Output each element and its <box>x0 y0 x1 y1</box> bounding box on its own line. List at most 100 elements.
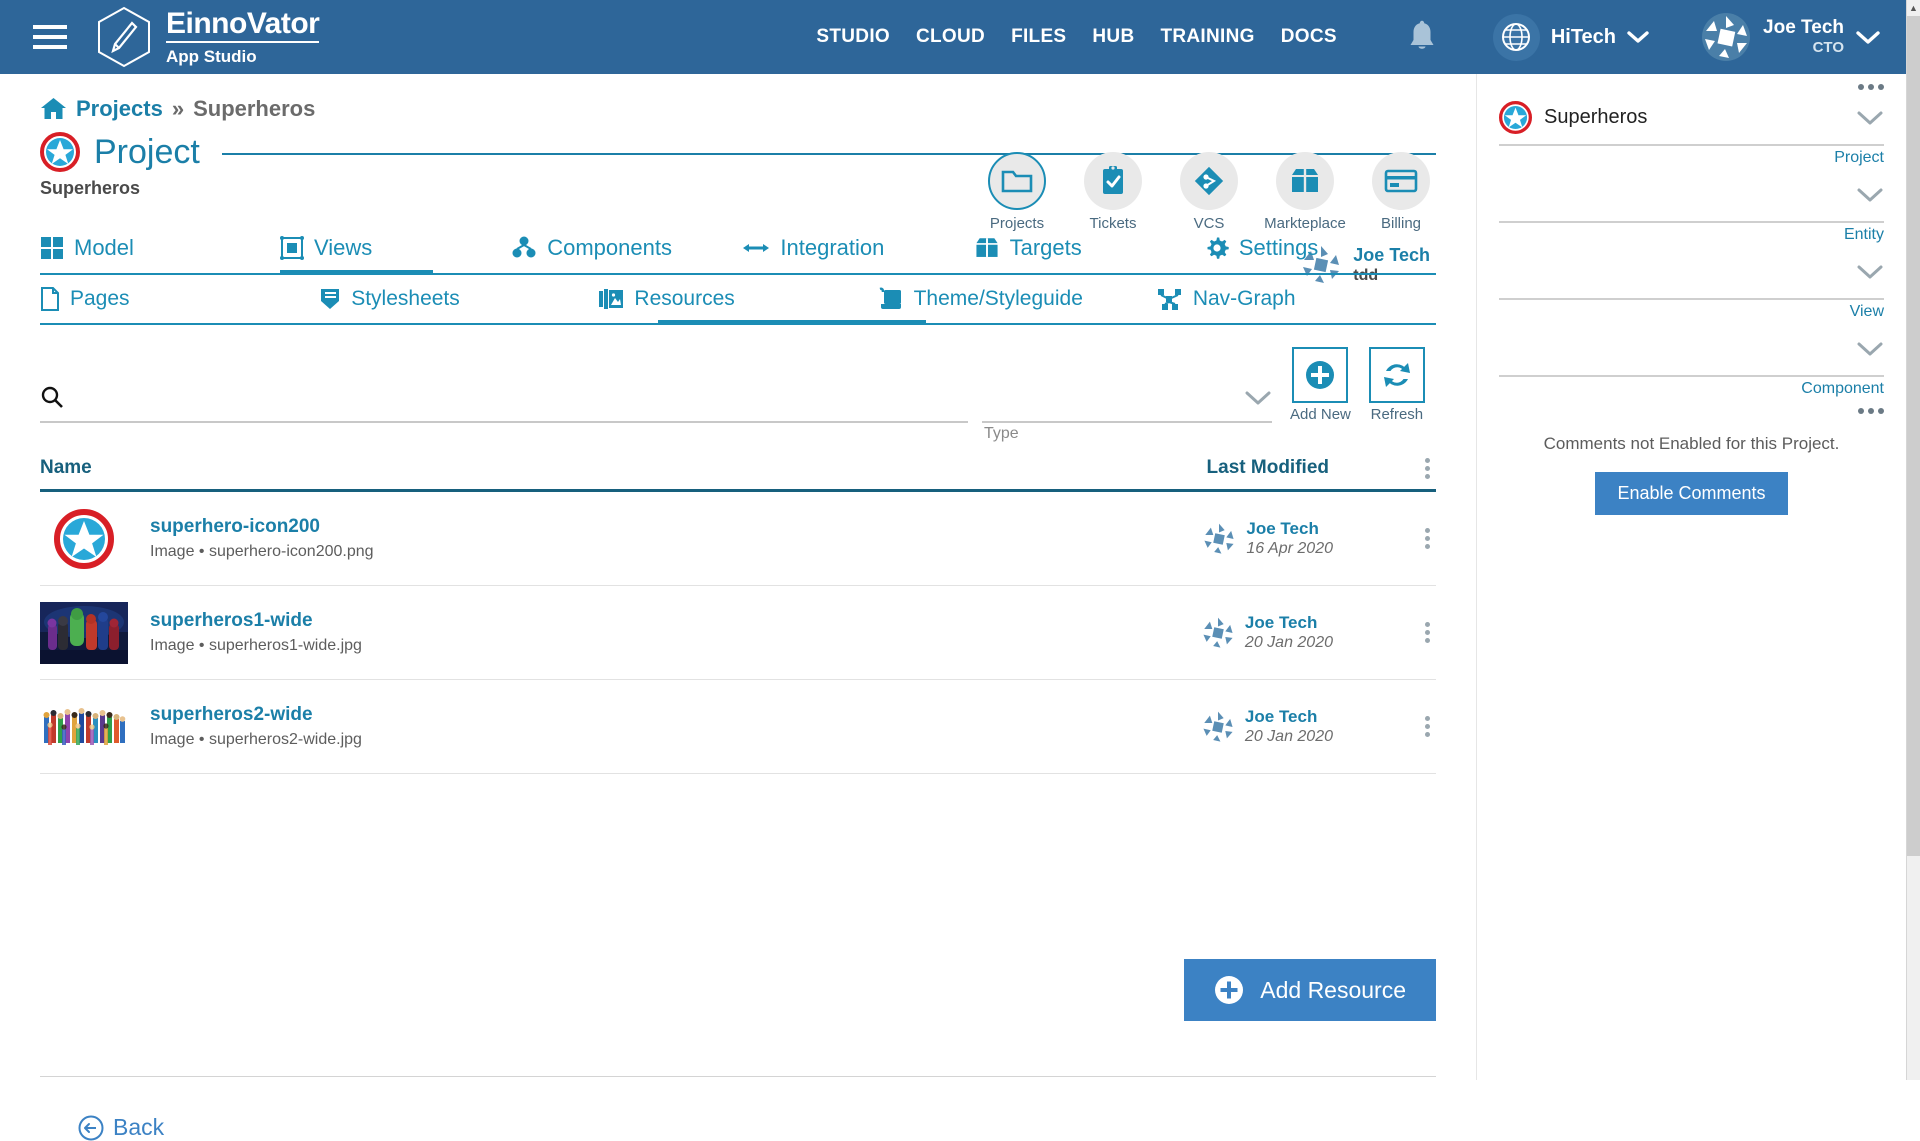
tab-label: Components <box>547 235 672 260</box>
subtab-stylesheets[interactable]: Stylesheets <box>319 281 598 323</box>
scrollbar-thumb[interactable] <box>1907 16 1920 856</box>
comments-status-text: Comments not Enabled for this Project. <box>1543 434 1840 453</box>
nav-link-studio[interactable]: STUDIO <box>816 26 890 48</box>
quick-marketplace[interactable]: Markteplace <box>1264 152 1346 232</box>
nav-link-files[interactable]: FILES <box>1011 26 1066 48</box>
quick-tickets[interactable]: Tickets <box>1078 152 1148 232</box>
box-icon <box>1276 152 1334 210</box>
resource-name[interactable]: superheros1-wide <box>150 610 362 632</box>
kebab-menu-icon[interactable] <box>1425 458 1430 479</box>
breadcrumb-separator: » <box>171 96 185 121</box>
superheros2-wide-thumb <box>42 702 126 751</box>
avatar <box>1201 710 1235 743</box>
modified-by: Joe Tech <box>1244 612 1318 632</box>
tab-components[interactable]: Components <box>511 229 742 273</box>
scroll-up-arrow[interactable]: ▲ <box>1907 0 1920 16</box>
last-modified-cell: Joe Tech 20 Jan 2020 <box>1201 612 1333 653</box>
selector-caption: View <box>1849 303 1884 320</box>
subtab-label: Pages <box>70 287 130 310</box>
last-modified-cell: Joe Tech 16 Apr 2020 <box>1202 518 1333 559</box>
breadcrumb-root[interactable]: Projects <box>76 96 163 122</box>
nav-link-docs[interactable]: DOCS <box>1281 26 1337 48</box>
subtab-label: Resources <box>634 287 735 310</box>
selector-component[interactable] <box>1499 321 1884 377</box>
active-subtab-underline <box>658 320 926 325</box>
more-options-icon[interactable] <box>1499 74 1884 90</box>
nav-graph-icon <box>1157 289 1181 310</box>
nav-link-training[interactable]: TRAINING <box>1160 26 1254 48</box>
nav-link-cloud[interactable]: CLOUD <box>916 26 985 48</box>
add-resource-button[interactable]: Add Resource <box>1184 959 1436 1021</box>
add-new-button[interactable]: Add New <box>1272 347 1351 423</box>
quick-projects[interactable]: Projects <box>982 152 1052 232</box>
column-header-name: Name <box>40 457 92 478</box>
subtab-nav-graph[interactable]: Nav-Graph <box>1157 281 1436 323</box>
tab-settings[interactable]: Settings <box>1205 229 1436 273</box>
quick-billing[interactable]: Billing <box>1366 152 1436 232</box>
selector-view[interactable] <box>1499 244 1884 300</box>
page-title: Project <box>94 132 200 171</box>
tab-model[interactable]: Model <box>40 229 280 273</box>
brand-logo[interactable]: EinnoVator App Studio <box>96 6 320 68</box>
table-row[interactable]: superheros1-wide Image • superheros1-wid… <box>40 586 1436 680</box>
modified-by: Joe Tech <box>1246 518 1319 538</box>
tab-views[interactable]: Views <box>280 229 511 275</box>
folder-icon <box>988 152 1046 210</box>
selector-project[interactable]: Superheros <box>1499 90 1884 146</box>
type-filter-label: Type <box>984 425 1019 442</box>
resources-toolbar: Type Add New Refresh <box>40 347 1436 442</box>
type-filter-select[interactable]: Type <box>982 381 1272 442</box>
top-navigation-bar: EinnoVator App Studio STUDIO CLOUD FILES… <box>0 0 1906 74</box>
resource-name[interactable]: superheros2-wide <box>150 704 362 726</box>
quick-access-bar: Projects Tickets VCS Markteplace Billing <box>982 152 1436 232</box>
kebab-menu-icon[interactable] <box>1425 716 1430 737</box>
theme-scroll-icon <box>879 287 901 309</box>
tab-targets[interactable]: Targets <box>974 229 1205 273</box>
refresh-button[interactable]: Refresh <box>1351 347 1425 423</box>
resource-thumbnail <box>40 696 128 758</box>
table-row[interactable]: superheros2-wide Image • superheros2-wid… <box>40 680 1436 774</box>
hamburger-icon[interactable] <box>14 25 86 49</box>
kebab-menu-icon[interactable] <box>1425 528 1430 549</box>
context-panel: Superheros Project Entity View Component… <box>1476 74 1906 1080</box>
top-nav-links: STUDIO CLOUD FILES HUB TRAINING DOCS HiT… <box>816 12 1906 62</box>
page-scrollbar[interactable]: ▲ <box>1906 0 1920 1080</box>
subtab-pages[interactable]: Pages <box>40 281 319 323</box>
quick-vcs[interactable]: VCS <box>1174 152 1244 232</box>
back-button[interactable]: Back <box>78 1114 164 1141</box>
primary-tabs: Model Views Components Integration Targe… <box>40 229 1436 275</box>
resource-name[interactable]: superhero-icon200 <box>150 516 374 538</box>
add-resource-label: Add Resource <box>1260 976 1406 1003</box>
organization-selector[interactable]: HiTech <box>1492 13 1649 61</box>
more-options-icon[interactable] <box>1499 398 1884 414</box>
gear-icon <box>1207 237 1229 259</box>
credit-card-icon <box>1372 152 1430 210</box>
avatar <box>1702 13 1751 61</box>
table-row[interactable]: superhero-icon200 Image • superhero-icon… <box>40 492 1436 586</box>
subtab-theme-styleguide[interactable]: Theme/Styleguide <box>878 281 1157 323</box>
superheros1-wide-thumb <box>40 601 128 664</box>
search-icon <box>41 386 63 408</box>
search-field[interactable] <box>40 381 968 423</box>
modified-date: 20 Jan 2020 <box>1244 634 1333 652</box>
superhero-shield-icon <box>1499 100 1532 134</box>
main-content: Projects » Superheros Project Superheros <box>0 74 1476 1140</box>
subtab-resources[interactable]: Resources <box>598 281 877 323</box>
nav-link-hub[interactable]: HUB <box>1092 26 1134 48</box>
user-menu[interactable]: Joe Tech CTO <box>1701 12 1880 62</box>
notification-bell-icon[interactable] <box>1407 20 1437 54</box>
tab-label: Views <box>314 235 373 260</box>
home-icon[interactable] <box>40 97 67 121</box>
search-input[interactable] <box>76 386 968 408</box>
box-icon <box>976 238 998 257</box>
chevron-down-icon <box>1627 31 1649 43</box>
selector-value: Superheros <box>1544 105 1648 128</box>
superhero-shield-thumb <box>54 508 114 569</box>
kebab-menu-icon[interactable] <box>1425 622 1430 643</box>
tab-integration[interactable]: Integration <box>742 229 973 273</box>
avatar <box>1203 522 1236 555</box>
superhero-shield-icon <box>40 132 80 172</box>
selector-entity[interactable] <box>1499 167 1884 223</box>
enable-comments-button[interactable]: Enable Comments <box>1595 472 1788 515</box>
resource-meta: Image • superheros1-wide.jpg <box>150 637 362 654</box>
